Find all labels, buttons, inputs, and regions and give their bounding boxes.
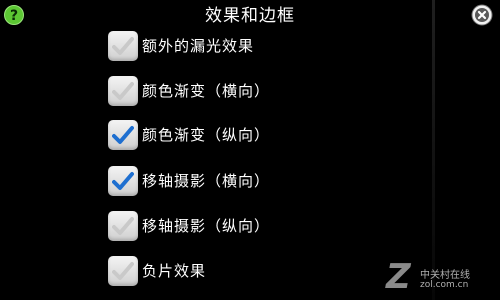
checkbox[interactable] <box>108 211 138 241</box>
option-label: 移轴摄影（纵向） <box>142 217 271 235</box>
option-negative[interactable]: 负片效果 <box>108 256 348 286</box>
checkmark-icon <box>112 217 134 235</box>
option-gradient-vertical[interactable]: 颜色渐变（纵向） <box>108 120 348 150</box>
close-icon <box>471 4 493 26</box>
watermark: Z 中关村在线 zol.com.cn <box>386 258 496 298</box>
watermark-logo: Z <box>386 257 411 297</box>
checkmark-icon <box>112 82 134 100</box>
page-title: 效果和边框 <box>205 6 295 26</box>
checkmark-icon <box>112 172 134 190</box>
option-label: 负片效果 <box>142 262 207 280</box>
option-label: 颜色渐变（横向） <box>142 82 271 100</box>
checkbox[interactable] <box>108 166 138 196</box>
close-button[interactable] <box>471 4 493 26</box>
checkbox[interactable] <box>108 256 138 286</box>
screen-reflection <box>432 0 435 300</box>
option-tilt-shift-vertical[interactable]: 移轴摄影（纵向） <box>108 211 348 241</box>
settings-screen: ? 效果和边框 额外的漏光效果 颜色渐变（横向） 颜色渐变（纵向） 移轴摄影（横… <box>0 0 500 300</box>
option-gradient-horizontal[interactable]: 颜色渐变（横向） <box>108 76 348 106</box>
option-tilt-shift-horizontal[interactable]: 移轴摄影（横向） <box>108 166 348 196</box>
checkmark-icon <box>112 262 134 280</box>
watermark-text: 中关村在线 <box>420 270 470 281</box>
watermark-url: zol.com.cn <box>420 280 469 290</box>
checkbox[interactable] <box>108 31 138 61</box>
checkmark-icon <box>112 126 134 144</box>
checkbox[interactable] <box>108 76 138 106</box>
checkbox[interactable] <box>108 120 138 150</box>
checkmark-icon <box>112 37 134 55</box>
option-label: 移轴摄影（横向） <box>142 172 271 190</box>
option-label: 额外的漏光效果 <box>142 37 255 55</box>
option-light-leak[interactable]: 额外的漏光效果 <box>108 31 348 61</box>
option-label: 颜色渐变（纵向） <box>142 126 271 144</box>
